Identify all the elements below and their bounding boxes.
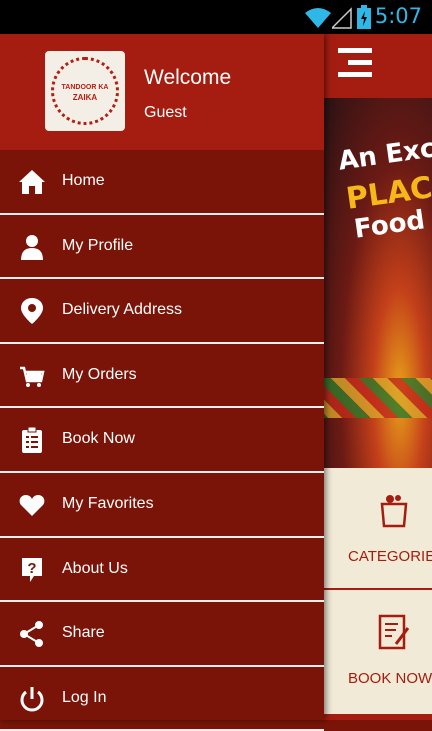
bottom-strip [324, 714, 432, 720]
restaurant-logo: TANDOOR KA ZAIKA [45, 51, 125, 131]
menu-item-label: Delivery Address [62, 301, 183, 319]
banner-text-line1: An Exc [336, 133, 432, 177]
banner-decoration [324, 378, 432, 418]
menu-item-label: About Us [62, 559, 128, 577]
signal-icon [332, 7, 352, 29]
menu-item-home[interactable]: Home [0, 150, 324, 215]
menu-item-share[interactable]: Share [0, 602, 324, 667]
menu-item-my-profile[interactable]: My Profile [0, 215, 324, 280]
menu-item-label: Log In [62, 688, 107, 706]
drawer-header: TANDOOR KA ZAIKA Welcome Guest [0, 34, 324, 150]
logo-ring [51, 57, 119, 125]
app-bar [324, 34, 432, 98]
wifi-icon [305, 8, 331, 28]
menu-item-label: My Profile [62, 236, 134, 254]
welcome-title: Welcome [144, 66, 232, 89]
person-icon [21, 234, 43, 260]
categories-tile[interactable]: CATEGORIE [324, 468, 432, 590]
main-content: An Exc PLAC Food CATEGORIE BOOK NOW [324, 34, 432, 720]
status-bar: 5:07 [0, 0, 432, 34]
battery-icon [357, 5, 371, 29]
menu-item-label: Share [62, 624, 105, 642]
menu-item-label: My Favorites [62, 494, 154, 512]
power-icon [20, 686, 44, 712]
menu-item-book-now[interactable]: Book Now [0, 408, 324, 473]
home-icon [19, 170, 45, 194]
clipboard-icon [22, 426, 42, 454]
heart-icon [19, 494, 45, 516]
cart-icon [20, 366, 45, 387]
menu-item-label: Home [62, 172, 105, 189]
share-icon [20, 621, 43, 648]
book-now-tile[interactable]: BOOK NOW [324, 590, 432, 710]
menu-item-log-in[interactable]: Log In [0, 667, 324, 731]
promo-banner[interactable]: An Exc PLAC Food [324, 98, 432, 468]
grocery-bag-icon [380, 495, 408, 528]
clock: 5:07 [374, 4, 422, 28]
menu-item-label: Book Now [62, 430, 135, 448]
hamburger-menu-icon[interactable] [338, 48, 372, 84]
menu-item-label: My Orders [62, 365, 137, 383]
svg-text:?: ? [27, 560, 36, 577]
question-icon: ? [22, 557, 42, 582]
edit-form-icon [378, 614, 410, 650]
menu-item-my-orders[interactable]: My Orders [0, 344, 324, 409]
book-now-label: BOOK NOW [348, 670, 432, 687]
drawer-menu: Home My Profile Delivery Address My Orde… [0, 150, 324, 731]
navigation-drawer: TANDOOR KA ZAIKA Welcome Guest Home My P… [0, 34, 324, 731]
menu-item-about-us[interactable]: ? About Us [0, 538, 324, 603]
logo-text-line2: ZAIKA [72, 93, 98, 102]
menu-item-delivery-address[interactable]: Delivery Address [0, 279, 324, 344]
location-pin-icon [21, 298, 43, 325]
categories-label: CATEGORIE [348, 548, 432, 565]
logo-text-line1: TANDOOR KA [61, 84, 109, 91]
user-name: Guest [144, 104, 187, 121]
menu-item-my-favorites[interactable]: My Favorites [0, 473, 324, 538]
